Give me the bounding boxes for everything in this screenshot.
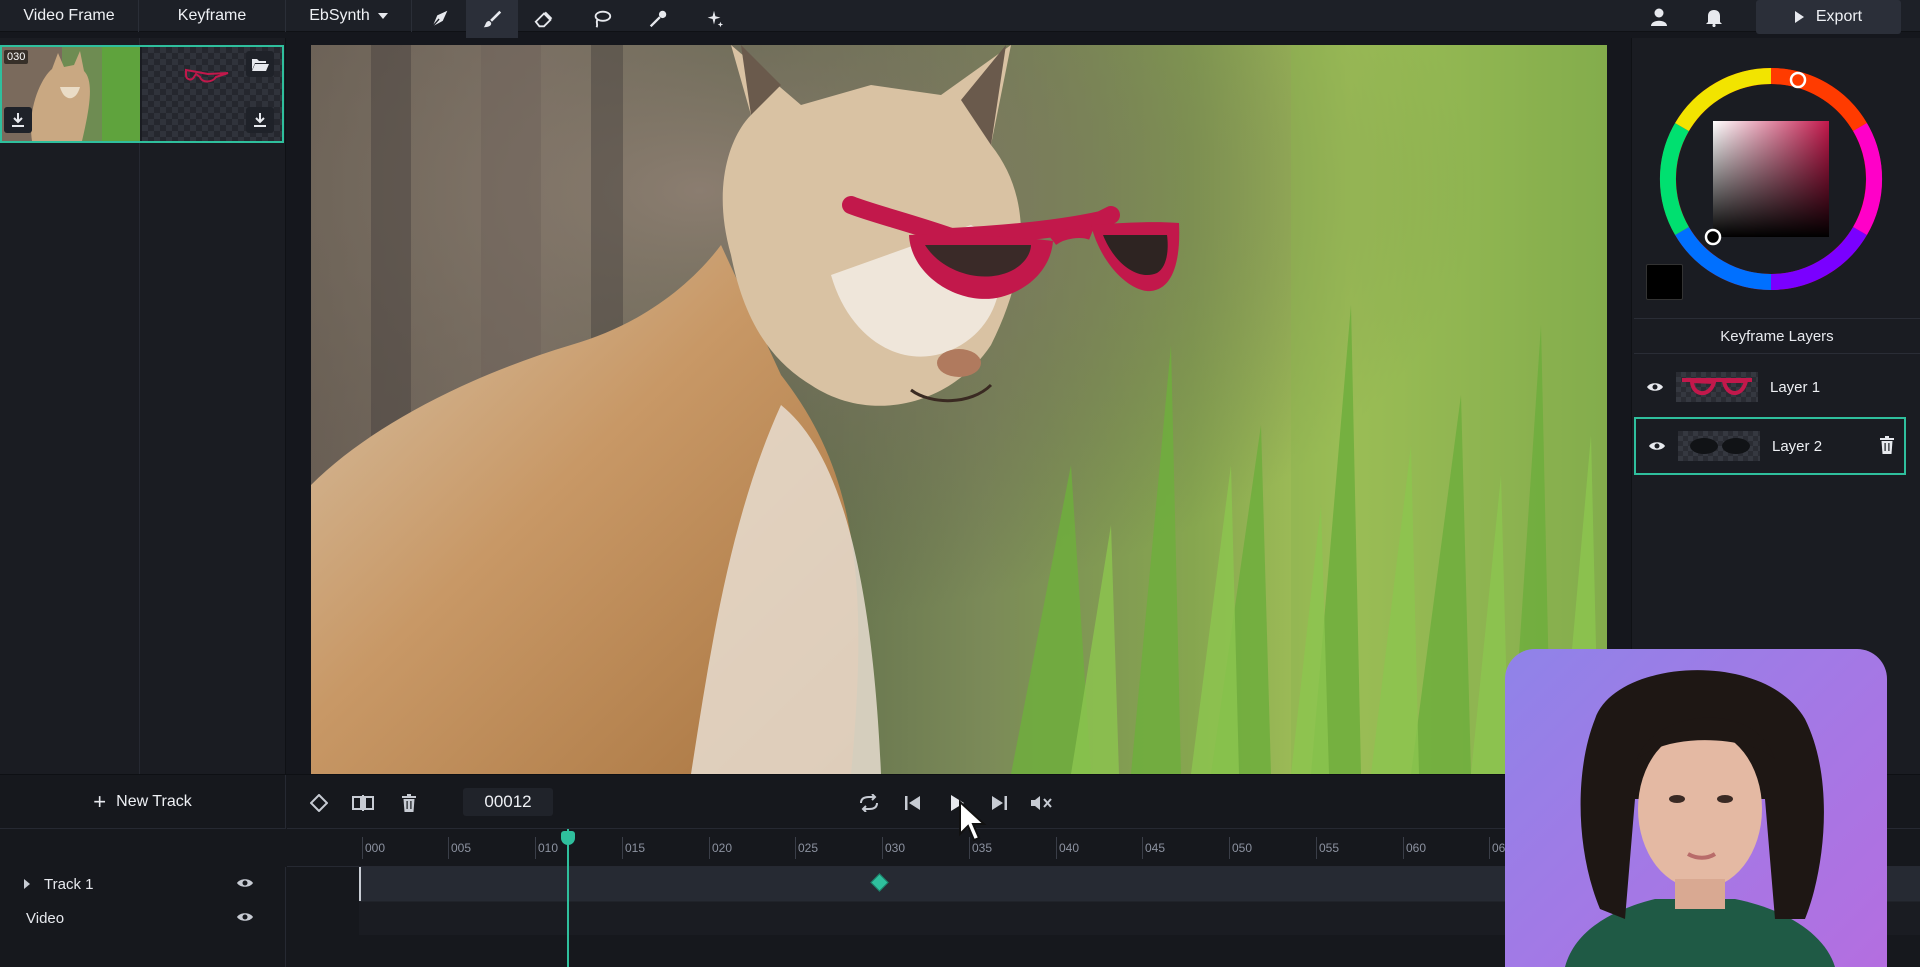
tab-video-frame[interactable]: Video Frame	[0, 0, 139, 32]
eye-icon[interactable]	[236, 910, 254, 927]
ruler-tick: 030	[881, 837, 906, 859]
skip-forward-button[interactable]	[987, 791, 1011, 815]
skip-back-button[interactable]	[901, 791, 925, 815]
lasso-tool-button[interactable]	[576, 0, 628, 38]
lynx-photo	[311, 45, 1607, 774]
export-button[interactable]: Export	[1756, 0, 1901, 34]
brush-icon	[483, 10, 502, 28]
column-divider	[139, 38, 140, 774]
eraser-icon	[534, 11, 553, 28]
ruler-tick: 020	[708, 837, 733, 859]
download-icon	[254, 113, 266, 127]
trash-icon[interactable]	[1880, 436, 1894, 459]
folder-open-icon	[252, 59, 269, 71]
frame-number: 030	[4, 50, 29, 64]
track-row-video[interactable]: Video	[0, 901, 286, 935]
layer-thumbnail	[1678, 431, 1760, 461]
mute-icon	[1031, 796, 1052, 810]
selected-color-swatch[interactable]	[1646, 264, 1683, 300]
brush-tool-button[interactable]	[466, 0, 518, 38]
frame-row-selected[interactable]: 030	[0, 45, 284, 143]
ruler-tick: 000	[361, 837, 386, 859]
split-icon	[352, 795, 374, 811]
track-name: Video	[26, 909, 65, 927]
eraser-tool-button[interactable]	[518, 0, 570, 38]
pen-tool-icon	[432, 10, 448, 27]
editor-canvas[interactable]	[311, 45, 1607, 774]
ruler-tick: 010	[534, 837, 559, 859]
skip-forward-icon	[992, 796, 1007, 810]
split-button[interactable]	[351, 791, 375, 815]
top-toolbar: Video Frame Keyframe EbSynth Export	[0, 0, 1920, 38]
video-frame-thumbnail[interactable]: 030	[2, 47, 140, 141]
diamond-icon	[310, 794, 328, 812]
ebsynth-menu-label: EbSynth	[309, 7, 370, 24]
ruler-tick: 050	[1228, 837, 1253, 859]
eye-icon[interactable]	[1646, 381, 1664, 393]
ruler-tick: 045	[1141, 837, 1166, 859]
notifications-button[interactable]	[1701, 4, 1727, 30]
track-row-track-1[interactable]: Track 1	[0, 867, 286, 901]
track-list: Track 1 Video	[0, 867, 286, 967]
color-handle[interactable]	[1704, 228, 1722, 246]
open-folder-button[interactable]	[246, 51, 274, 77]
pen-tool-button[interactable]	[414, 0, 466, 38]
layer-row-2[interactable]: Layer 2	[1634, 417, 1906, 475]
export-label: Export	[1815, 8, 1863, 25]
glasses-layer-preview	[1682, 378, 1752, 396]
ruler-tick: 040	[1055, 837, 1080, 859]
user-icon	[1651, 8, 1667, 26]
eyedropper-tool-button[interactable]	[632, 0, 684, 38]
layer-name: Layer 1	[1770, 378, 1821, 396]
bell-icon	[1706, 10, 1722, 27]
playhead[interactable]	[567, 829, 569, 967]
download-keyframe-button[interactable]	[246, 107, 274, 133]
layer-row-1[interactable]: Layer 1	[1634, 358, 1906, 416]
new-track-label: New Track	[116, 792, 192, 810]
loop-icon	[860, 794, 878, 812]
plus-icon: +	[93, 788, 107, 814]
track-start-marker	[359, 867, 361, 901]
expand-arrow-icon[interactable]	[24, 879, 30, 889]
keyframe-thumbnail[interactable]	[142, 47, 282, 141]
layer-thumbnail	[1676, 372, 1758, 402]
delete-button[interactable]	[397, 791, 421, 815]
tab-keyframe[interactable]: Keyframe	[139, 0, 286, 32]
play-icon	[1794, 11, 1804, 23]
ruler-tick: 025	[794, 837, 819, 859]
mute-button[interactable]	[1030, 791, 1054, 815]
user-account-button[interactable]	[1646, 4, 1672, 30]
trash-icon	[402, 794, 416, 812]
ruler-tick: 06	[1488, 837, 1506, 859]
current-frame-field[interactable]: 00012	[463, 788, 553, 816]
mouse-cursor-icon	[959, 800, 987, 842]
playhead-handle[interactable]	[561, 831, 575, 845]
keyframe-layers-title: Keyframe Layers	[1634, 318, 1920, 354]
lasso-icon	[594, 10, 612, 28]
dark-layer-preview	[1690, 438, 1750, 454]
presenter-image	[1565, 670, 1835, 967]
eye-icon[interactable]	[236, 876, 254, 893]
ruler-tick: 060	[1402, 837, 1427, 859]
ruler-tick: 055	[1315, 837, 1340, 859]
download-video-frame-button[interactable]	[4, 107, 32, 133]
loop-button[interactable]	[857, 791, 881, 815]
track-name: Track 1	[44, 875, 94, 893]
ebsynth-menu[interactable]: EbSynth	[286, 0, 412, 32]
magic-wand-icon	[707, 10, 724, 28]
new-track-button[interactable]: + New Track	[0, 775, 286, 829]
color-wheel[interactable]	[1656, 64, 1886, 294]
skip-back-icon	[905, 796, 920, 810]
eyedropper-icon	[649, 10, 667, 28]
eye-icon[interactable]	[1648, 440, 1666, 452]
caret-down-icon	[377, 13, 388, 19]
add-keyframe-button[interactable]	[307, 791, 331, 815]
ruler-tick: 005	[447, 837, 472, 859]
ruler-tick: 015	[621, 837, 646, 859]
webcam-overlay	[1505, 649, 1887, 967]
layer-name: Layer 2	[1772, 437, 1823, 455]
frames-panel: 030	[0, 38, 286, 774]
magic-wand-tool-button[interactable]	[688, 0, 740, 38]
download-icon	[12, 113, 24, 127]
